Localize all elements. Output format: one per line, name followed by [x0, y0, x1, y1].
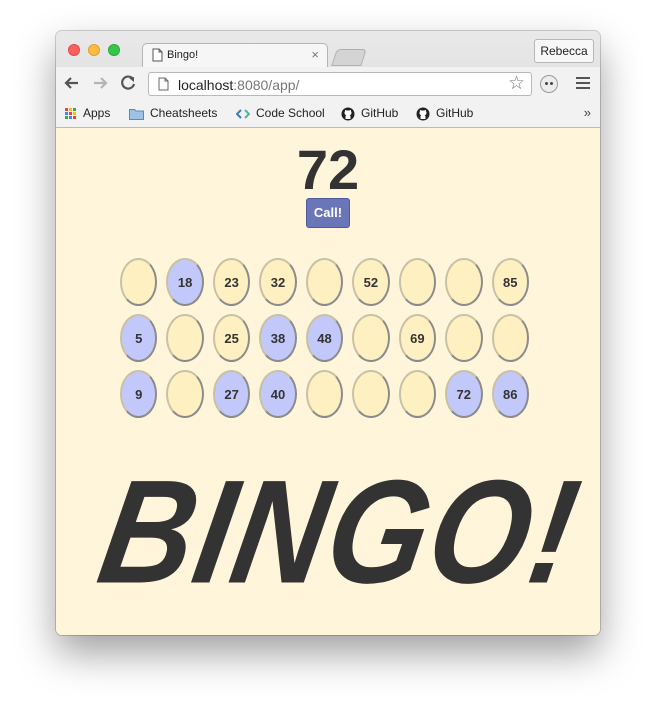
page-icon	[152, 48, 163, 62]
bingo-banner: BINGO!	[89, 450, 592, 614]
tab-strip: Bingo! × Rebecca	[56, 31, 600, 68]
extension-icon[interactable]	[540, 75, 558, 93]
bingo-cell[interactable]: 23	[212, 258, 251, 306]
bingo-cell[interactable]: 25	[212, 314, 251, 362]
bingo-cell[interactable]	[398, 370, 437, 418]
apps-grid-icon	[65, 107, 77, 120]
bookmark-github-1[interactable]: GitHub	[341, 106, 398, 121]
page-icon	[158, 77, 169, 91]
bookmark-code-school[interactable]: Code School	[236, 106, 325, 120]
tab-bingo[interactable]: Bingo! ×	[142, 43, 328, 68]
current-number: 72	[296, 138, 360, 201]
tab-close-icon[interactable]: ×	[311, 47, 319, 62]
bingo-row: 5 25 38 48 69	[120, 314, 538, 362]
menu-icon[interactable]	[576, 77, 590, 89]
reload-icon[interactable]	[118, 73, 138, 93]
tab-title: Bingo!	[167, 49, 199, 61]
browser-window: Bingo! × Rebecca localhost:8080/app/ ☆ A…	[56, 31, 600, 635]
bingo-cell[interactable]	[352, 370, 390, 418]
bingo-cell[interactable]	[445, 258, 483, 306]
bingo-cell[interactable]: 69	[398, 314, 437, 362]
bingo-row: 18 23 32 52 85	[120, 258, 538, 306]
profile-button[interactable]: Rebecca	[534, 39, 594, 63]
bingo-cell[interactable]	[305, 258, 344, 306]
bookmark-star-icon[interactable]: ☆	[508, 73, 525, 95]
back-arrow-icon[interactable]	[62, 73, 82, 93]
bingo-cell-marked[interactable]: 18	[166, 258, 204, 306]
bingo-cell[interactable]	[305, 370, 344, 418]
bookmark-github-2[interactable]: GitHub	[416, 106, 473, 121]
bookmark-apps[interactable]: Apps	[65, 106, 110, 120]
bingo-cell[interactable]	[166, 314, 204, 362]
bingo-cell[interactable]: 85	[491, 258, 529, 306]
bingo-cell-marked[interactable]: 27	[212, 370, 251, 418]
bingo-cell[interactable]	[491, 314, 529, 362]
url-text: localhost:8080/app/	[178, 77, 300, 93]
browser-chrome: Bingo! × Rebecca localhost:8080/app/ ☆ A…	[56, 31, 600, 128]
bingo-cell-marked[interactable]: 40	[259, 370, 297, 418]
bingo-cell[interactable]	[445, 314, 483, 362]
bookmark-cheatsheets[interactable]: Cheatsheets	[129, 106, 217, 120]
github-icon	[341, 107, 355, 121]
github-icon	[416, 107, 430, 121]
bingo-cell[interactable]	[120, 258, 158, 306]
call-button[interactable]: Call!	[306, 198, 350, 228]
bookmarks-bar: Apps Cheatsheets Code School GitHub GitH…	[56, 99, 600, 127]
bingo-banner-text: BINGO!	[88, 450, 592, 615]
window-close-button[interactable]	[68, 44, 80, 56]
bingo-cell-marked[interactable]: 38	[259, 314, 297, 362]
window-minimize-button[interactable]	[88, 44, 100, 56]
bingo-card: 18 23 32 52 85 5 25 38 48 69 9 27 40 72 86	[120, 258, 538, 426]
bingo-cell-marked[interactable]: 5	[120, 314, 158, 362]
bingo-cell[interactable]: 32	[259, 258, 297, 306]
bingo-cell-marked[interactable]: 86	[491, 370, 529, 418]
folder-icon	[129, 108, 144, 120]
bingo-cell[interactable]	[166, 370, 204, 418]
bookmarks-overflow-icon[interactable]: »	[584, 105, 591, 120]
forward-arrow-icon[interactable]	[90, 73, 110, 93]
page-content: 72 Call! 18 23 32 52 85 5 25 38 48 69 9 27 40 72 86 BI…	[56, 128, 600, 635]
browser-toolbar: localhost:8080/app/ ☆	[56, 67, 600, 99]
address-bar[interactable]: localhost:8080/app/ ☆	[148, 72, 532, 96]
bingo-cell[interactable]	[352, 314, 390, 362]
bingo-cell-marked[interactable]: 72	[445, 370, 483, 418]
bingo-cell[interactable]: 52	[352, 258, 390, 306]
bingo-cell-marked[interactable]: 48	[305, 314, 344, 362]
code-brackets-icon	[236, 109, 250, 119]
bingo-cell-marked[interactable]: 9	[120, 370, 158, 418]
bingo-row: 9 27 40 72 86	[120, 370, 538, 418]
bingo-cell[interactable]	[398, 258, 437, 306]
window-maximize-button[interactable]	[108, 44, 120, 56]
new-tab-button[interactable]	[331, 49, 367, 66]
